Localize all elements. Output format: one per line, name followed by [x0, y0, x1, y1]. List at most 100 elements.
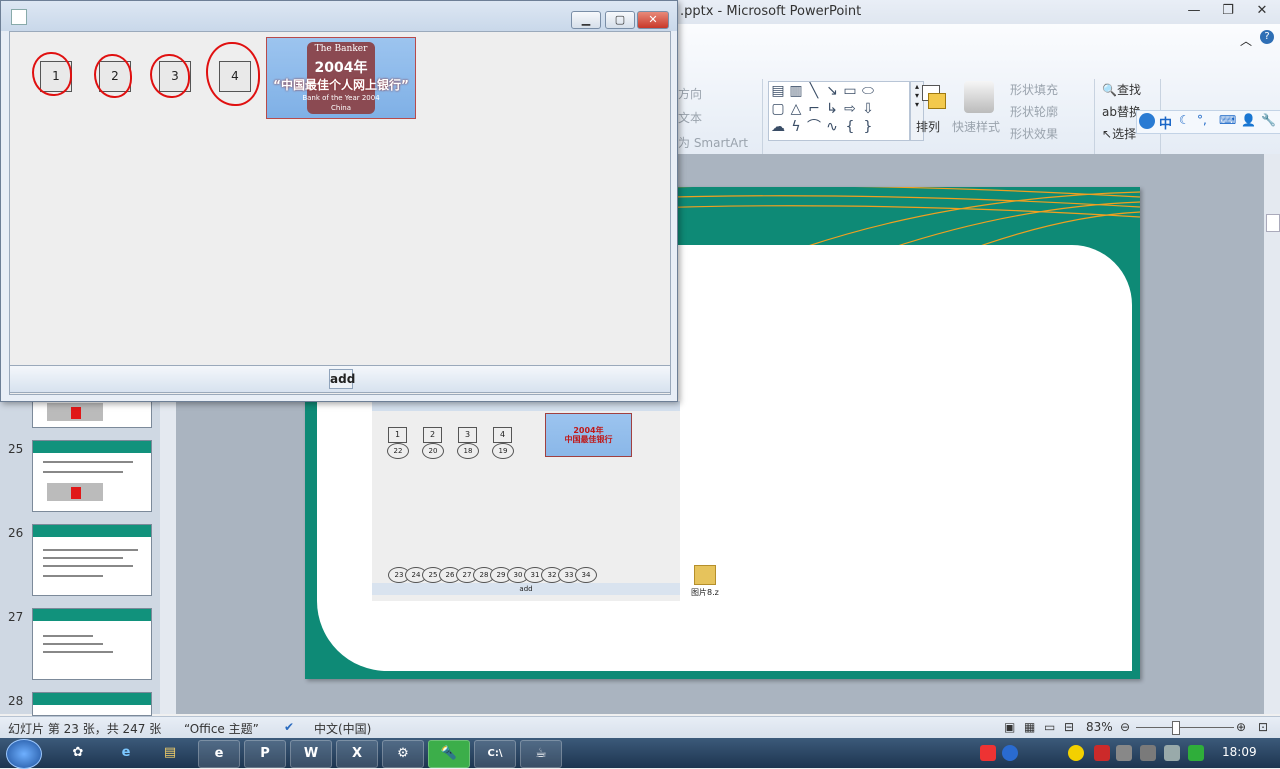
fit-window-icon[interactable]: ⊡ [1258, 720, 1268, 734]
rectangle-icon[interactable]: ▭ [841, 82, 859, 100]
taskbar-app[interactable]: W [290, 740, 332, 768]
thumbnail-scrollbar[interactable] [160, 398, 176, 714]
shape-outline-button[interactable]: 形状轮廓 [1010, 103, 1058, 120]
find-button[interactable]: 🔍查找 [1102, 81, 1141, 98]
oval-icon[interactable]: ⬭ [859, 82, 877, 100]
java-maximize-button[interactable]: ▢ [605, 11, 635, 29]
folder-icon[interactable]: ▤ [150, 740, 190, 766]
align-text-button[interactable]: 文本 [678, 109, 702, 126]
spellcheck-icon[interactable]: ✔ [284, 720, 294, 734]
thumbnail-28[interactable] [32, 692, 152, 716]
emb-circle: 34 [575, 567, 597, 583]
network-icon[interactable] [1140, 745, 1156, 761]
shapes-gallery[interactable]: ▤ ▥ ╲ ↘ ▭ ⬭ ▢ △ ⌐ ↳ ⇨ ⇩ ☁ ϟ ⌒ ∿{} [768, 81, 910, 141]
taskbar-app[interactable]: ⚙ [382, 740, 424, 768]
punctuation-icon[interactable]: °, [1197, 113, 1207, 127]
ime-logo-icon[interactable] [1139, 113, 1155, 129]
arrow-line-icon[interactable]: ↘ [823, 82, 841, 100]
arrange-label[interactable]: 排列 [916, 118, 940, 135]
ie-icon[interactable]: e [106, 740, 146, 766]
security-icon[interactable] [1068, 745, 1084, 761]
triangle-icon[interactable]: △ [787, 100, 805, 118]
red-annotation [150, 54, 190, 98]
rounded-rect-icon[interactable]: ▢ [769, 100, 787, 118]
select-button[interactable]: ↖选择 [1102, 125, 1136, 142]
zoom-out-icon[interactable]: ⊖ [1120, 720, 1130, 734]
reading-view-icon[interactable]: ▭ [1044, 720, 1055, 734]
embedded-screenshot[interactable]: 1 2 3 4 22 20 18 19 2004年 中国最佳银行 23 24 2… [372, 401, 680, 601]
left-brace-icon[interactable]: { [841, 118, 859, 136]
clock[interactable]: 18:09 [1222, 745, 1257, 759]
elbow-connector-icon[interactable]: ⌐ [805, 100, 823, 118]
taskbar-app[interactable]: e [198, 740, 240, 768]
emb-banner-image: 2004年 中国最佳银行 [545, 413, 632, 457]
start-button[interactable] [6, 739, 42, 769]
quick-styles-icon[interactable] [964, 81, 994, 113]
user-icon[interactable]: 👤 [1241, 113, 1256, 127]
thumbnail-27[interactable] [32, 608, 152, 680]
shape-fill-button[interactable]: 形状填充 [1010, 81, 1058, 98]
emb-box-1: 1 [388, 427, 407, 443]
sogou-icon[interactable] [980, 745, 996, 761]
thumbnail-26[interactable] [32, 524, 152, 596]
banker-award-image: The Banker 2004年 “中国最佳个人网上银行” Bank of th… [266, 37, 416, 119]
chevron-up-icon[interactable]: ︿ [1240, 32, 1252, 49]
taskbar-app[interactable]: 🔦 [428, 740, 470, 768]
normal-view-icon[interactable]: ▣ [1004, 720, 1015, 734]
java-minimize-button[interactable]: ▁ [571, 11, 601, 29]
sorter-view-icon[interactable]: ▦ [1024, 720, 1035, 734]
zoom-slider[interactable] [1136, 727, 1234, 728]
banner-line5: China [331, 104, 351, 112]
right-brace-icon[interactable]: } [859, 118, 877, 136]
find-label: 查找 [1116, 83, 1141, 97]
lightning-icon[interactable]: ϟ [787, 118, 805, 136]
slideshow-icon[interactable]: ⊟ [1064, 720, 1074, 734]
shield-icon[interactable] [1188, 745, 1204, 761]
taskbar-app[interactable]: P [244, 740, 286, 768]
folder-icon[interactable] [694, 565, 716, 585]
wrench-icon[interactable]: 🔧 [1261, 113, 1276, 127]
tray-icon[interactable] [1094, 745, 1110, 761]
help-icon[interactable]: ? [1260, 30, 1274, 44]
taskbar-app[interactable]: ☕ [520, 740, 562, 768]
language[interactable]: 中文(中国) [314, 720, 371, 737]
ime-language[interactable]: 中 [1159, 113, 1172, 132]
taskbar-app[interactable]: X [336, 740, 378, 768]
thumbnail-number: 27 [8, 610, 24, 624]
quick-styles-label[interactable]: 快速样式 [952, 118, 1000, 135]
zoom-level[interactable]: 83% [1086, 720, 1113, 734]
vertical-scrollbar[interactable] [1264, 154, 1280, 714]
thumbnail-25[interactable] [32, 440, 152, 512]
restore-button[interactable]: ❐ [1214, 2, 1242, 20]
convert-smartart-button[interactable]: 为 SmartArt [678, 134, 748, 151]
taskbar-app[interactable]: C:\ [474, 740, 516, 768]
down-arrow-icon[interactable]: ⇩ [859, 100, 877, 118]
arc-icon[interactable]: ⌒ [805, 118, 823, 136]
embedded-titlebar [372, 401, 680, 411]
ime-toolbar: 中 ☾ °, ⌨ 👤 🔧 [1136, 110, 1280, 134]
curve-icon[interactable]: ∿ [823, 118, 841, 136]
app-icon[interactable]: ✿ [58, 740, 98, 766]
java-close-button[interactable]: ✕ [637, 11, 669, 29]
zoom-in-icon[interactable]: ⊕ [1236, 720, 1246, 734]
close-button[interactable]: ✕ [1248, 2, 1276, 20]
vertical-textbox-icon[interactable]: ▥ [787, 82, 805, 100]
arrange-icon[interactable] [914, 81, 948, 115]
shape-effects-button[interactable]: 形状效果 [1010, 125, 1058, 142]
zoom-slider-thumb[interactable] [1172, 721, 1180, 735]
right-arrow-icon[interactable]: ⇨ [841, 100, 859, 118]
textbox-icon[interactable]: ▤ [769, 82, 787, 100]
moon-icon[interactable]: ☾ [1179, 113, 1190, 127]
thumbnail-number: 26 [8, 526, 24, 540]
add-button[interactable]: add [329, 369, 355, 389]
minimize-button[interactable]: — [1180, 2, 1208, 20]
elbow-arrow-icon[interactable]: ↳ [823, 100, 841, 118]
callout-icon[interactable]: ☁ [769, 118, 787, 136]
volume-icon[interactable] [1164, 745, 1180, 761]
tray-icon[interactable] [1116, 745, 1132, 761]
thumbnail-24[interactable] [32, 398, 152, 428]
line-icon[interactable]: ╲ [805, 82, 823, 100]
text-direction-button[interactable]: 方向 [678, 85, 702, 102]
help-tray-icon[interactable] [1002, 745, 1018, 761]
keyboard-icon[interactable]: ⌨ [1219, 113, 1236, 127]
